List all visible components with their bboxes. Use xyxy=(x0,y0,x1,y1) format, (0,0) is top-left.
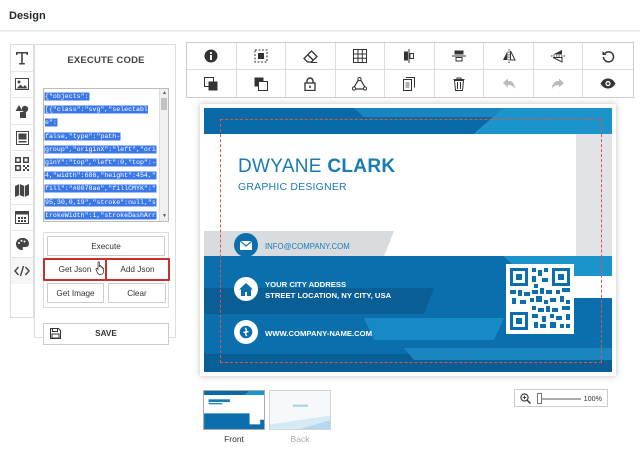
card-address-line2[interactable]: STREET LOCATION, NY CITY, USA xyxy=(265,291,391,300)
last-name: CLARK xyxy=(327,156,396,177)
web-icon[interactable] xyxy=(234,320,258,344)
get-image-button[interactable]: Get Image xyxy=(47,283,104,303)
designer-area: EXECUTE CODE {"objects": [{"class":"svg",… xyxy=(0,32,640,468)
code-scrollbar[interactable]: ▲ ▼ xyxy=(159,89,168,221)
object-toolbar xyxy=(186,42,634,98)
front-thumbnail[interactable] xyxy=(203,390,265,430)
clipart-tool-icon[interactable] xyxy=(11,125,33,152)
save-button[interactable]: SAVE xyxy=(43,323,169,345)
front-preview-image xyxy=(204,391,264,429)
add-json-button[interactable]: Add Json xyxy=(105,258,170,281)
code-tool-icon[interactable] xyxy=(11,257,33,285)
flip-horizontal-icon[interactable] xyxy=(484,43,534,70)
panel-title: EXECUTE CODE xyxy=(67,55,145,66)
code-line: false,"type":"path- xyxy=(45,132,121,140)
home-icon[interactable] xyxy=(234,277,258,301)
redo-icon[interactable] xyxy=(534,70,584,97)
align-middle-icon[interactable] xyxy=(434,43,485,70)
image-tool-icon[interactable] xyxy=(11,72,33,99)
undo-icon[interactable] xyxy=(484,70,534,97)
back-thumbnail[interactable] xyxy=(269,390,331,430)
scroll-up-icon[interactable]: ▲ xyxy=(161,90,168,97)
code-line: 4,"width":686,"height":454," xyxy=(45,172,156,180)
tool-tabs xyxy=(10,44,34,318)
copy-icon[interactable] xyxy=(385,70,435,97)
code-line: ginY":"top","left":0,"top":- xyxy=(45,159,156,167)
code-line: group","originX":"left","ori xyxy=(45,145,156,153)
send-backward-icon[interactable] xyxy=(237,70,287,97)
delete-icon[interactable] xyxy=(435,70,485,97)
group-icon[interactable] xyxy=(336,70,386,97)
card-name[interactable]: DWYANE CLARK xyxy=(238,156,395,178)
info-icon[interactable] xyxy=(187,43,237,70)
text-tool-icon[interactable] xyxy=(11,45,33,72)
flip-vertical-icon[interactable] xyxy=(533,43,584,70)
card-address-line1[interactable]: YOUR CITY ADDRESS xyxy=(265,280,346,289)
card-role[interactable]: GRAPHIC DESIGNER xyxy=(238,181,347,193)
first-name: DWYANE xyxy=(238,156,328,177)
mouse-cursor-icon xyxy=(95,261,104,275)
zoom-in-icon[interactable] xyxy=(520,393,531,404)
map-tool-icon[interactable] xyxy=(11,178,33,205)
preview-icon[interactable] xyxy=(583,70,633,97)
code-line: [{"class":"svg","selectable": xyxy=(45,106,148,127)
page-title: Design xyxy=(9,10,46,22)
select-all-icon[interactable] xyxy=(236,43,287,70)
shapes-tool-icon[interactable] xyxy=(11,98,33,125)
code-textarea[interactable]: {"objects": [{"class":"svg","selectable":… xyxy=(43,88,169,222)
code-line: trokeWidth":1,"strokeDashArr xyxy=(45,211,156,219)
email-icon[interactable] xyxy=(234,233,258,257)
card-qr-code[interactable] xyxy=(506,264,574,334)
code-content: {"objects": [{"class":"svg","selectable":… xyxy=(45,90,158,221)
zoom-value: 100% xyxy=(583,394,602,403)
reset-icon[interactable] xyxy=(583,43,633,70)
execute-button[interactable]: Execute xyxy=(47,236,165,256)
code-line: fill":"#0078ae","fillCMYK":" xyxy=(45,185,156,193)
grid-icon[interactable] xyxy=(335,43,386,70)
zoom-slider[interactable] xyxy=(537,398,581,400)
code-actions: Execute Get Json Add Json Get Image Clea… xyxy=(43,232,170,308)
zoom-slider-handle[interactable] xyxy=(537,393,542,404)
business-card-front[interactable]: DWYANE CLARK GRAPHIC DESIGNER INFO@COMPA… xyxy=(204,108,612,372)
code-line: 95,30,0,19","stroke":null,"s xyxy=(45,198,156,206)
top-bar: Design xyxy=(0,0,640,31)
front-label: Front xyxy=(224,434,244,444)
clear-button[interactable]: Clear xyxy=(108,283,166,303)
save-label: SAVE xyxy=(95,329,117,338)
lock-icon[interactable] xyxy=(286,70,336,97)
scroll-down-icon[interactable]: ▼ xyxy=(161,213,168,220)
execute-code-panel: EXECUTE CODE {"objects": [{"class":"svg",… xyxy=(34,44,176,345)
card-website[interactable]: WWW.COMPANY-NAME.COM xyxy=(265,329,372,338)
zoom-control: 100% xyxy=(514,389,608,407)
bring-forward-icon[interactable] xyxy=(187,70,237,97)
qrcode-tool-icon[interactable] xyxy=(11,151,33,178)
qr-code-icon xyxy=(506,264,574,334)
card-email[interactable]: INFO@COMPANY.COM xyxy=(265,242,350,251)
align-center-icon[interactable] xyxy=(385,43,435,70)
back-preview-image xyxy=(270,391,330,429)
scroll-thumb[interactable] xyxy=(161,98,167,110)
eraser-icon[interactable] xyxy=(286,43,336,70)
color-tool-icon[interactable] xyxy=(11,231,33,258)
design-canvas[interactable]: DWYANE CLARK GRAPHIC DESIGNER INFO@COMPA… xyxy=(200,104,616,376)
calendar-tool-icon[interactable] xyxy=(11,205,33,232)
back-label: Back xyxy=(290,434,310,444)
code-line: {"objects": xyxy=(45,93,89,100)
